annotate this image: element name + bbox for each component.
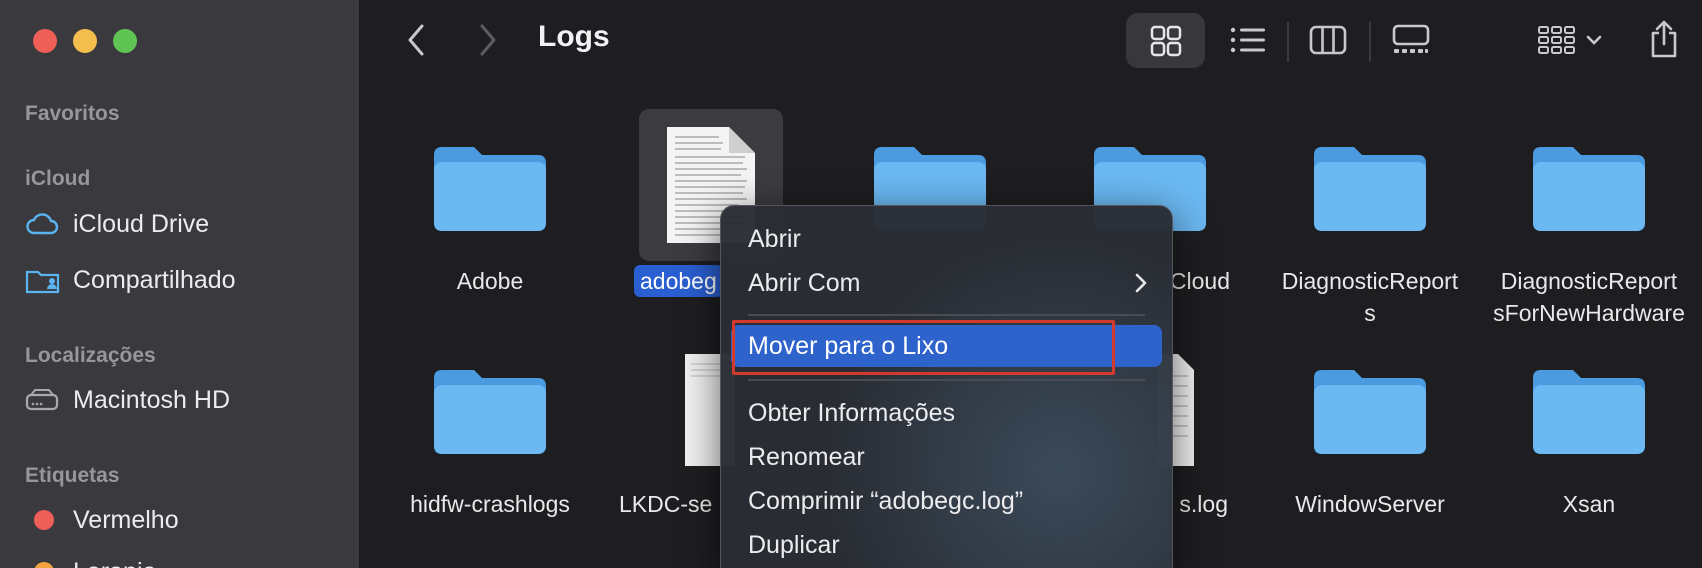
group-by-button[interactable] bbox=[1530, 20, 1610, 60]
sidebar-section-favorites: Favoritos bbox=[25, 102, 120, 125]
minimize-window-button[interactable] bbox=[73, 29, 97, 53]
chevron-left-icon bbox=[408, 24, 424, 56]
file-item-folder[interactable]: hidfw-crashlogs bbox=[390, 328, 590, 520]
cloud-icon bbox=[25, 208, 65, 240]
icon-view-button[interactable] bbox=[1126, 13, 1205, 68]
group-by-icon bbox=[1538, 26, 1575, 54]
folder-icon bbox=[1270, 328, 1470, 488]
folder-icon bbox=[390, 105, 590, 265]
menu-item-label: Comprimir “adobegc.log” bbox=[748, 486, 1024, 515]
share-icon bbox=[1651, 20, 1677, 58]
close-window-button[interactable] bbox=[33, 29, 57, 53]
menu-separator bbox=[748, 379, 1145, 381]
sidebar-item-icloud-drive[interactable]: iCloud Drive bbox=[25, 204, 209, 244]
folder-icon bbox=[1489, 105, 1689, 265]
sidebar-item-macintosh-hd[interactable]: Macintosh HD bbox=[25, 380, 230, 420]
menu-item-compress[interactable]: Comprimir “adobegc.log” bbox=[731, 480, 1162, 522]
file-name-line2: sForNewHardware bbox=[1493, 300, 1685, 326]
forward-button[interactable] bbox=[470, 20, 506, 60]
menu-item-get-info[interactable]: Obter Informações bbox=[731, 392, 1162, 434]
sidebar-section-icloud: iCloud bbox=[25, 167, 91, 190]
menu-item-label: Abrir Com bbox=[748, 268, 861, 297]
menu-item-label: Duplicar bbox=[748, 530, 840, 559]
file-item-folder[interactable]: Adobe bbox=[390, 105, 590, 297]
folder-icon bbox=[390, 328, 590, 488]
sidebar-item-label: Macintosh HD bbox=[73, 385, 230, 414]
sidebar-section-locations: Localizações bbox=[25, 344, 156, 367]
file-name-line2: s bbox=[1364, 300, 1376, 326]
sidebar-section-tags: Etiquetas bbox=[25, 464, 120, 487]
share-button[interactable] bbox=[1644, 16, 1684, 62]
list-view-icon bbox=[1230, 27, 1265, 53]
disk-icon bbox=[25, 384, 65, 416]
back-button[interactable] bbox=[398, 20, 434, 60]
folder-icon bbox=[1270, 105, 1470, 265]
sidebar-item-label: Laranja bbox=[73, 558, 156, 568]
file-name: Adobe bbox=[456, 268, 524, 294]
sidebar-item-label: Vermelho bbox=[73, 505, 179, 534]
menu-item-duplicate[interactable]: Duplicar bbox=[731, 524, 1162, 566]
file-item-folder[interactable]: DiagnosticReport s bbox=[1270, 105, 1470, 329]
sidebar: Favoritos iCloud iCloud Drive Compartilh… bbox=[0, 0, 360, 568]
file-item-folder[interactable]: DiagnosticReport sForNewHardware bbox=[1489, 105, 1689, 329]
columns-view-icon bbox=[1309, 25, 1347, 55]
window-controls bbox=[33, 29, 137, 53]
file-name: DiagnosticReport bbox=[1281, 268, 1459, 294]
menu-separator bbox=[748, 314, 1145, 316]
gallery-view-icon bbox=[1392, 24, 1430, 53]
chevron-right-icon bbox=[480, 24, 496, 56]
file-name: DiagnosticReport bbox=[1500, 268, 1678, 294]
toolbar-divider bbox=[1369, 22, 1371, 62]
highlight-annotation-box bbox=[732, 320, 1115, 375]
menu-item-label: Obter Informações bbox=[748, 398, 956, 427]
menu-item-open[interactable]: Abrir bbox=[731, 218, 1162, 260]
toolbar-divider bbox=[1287, 22, 1289, 62]
menu-item-rename[interactable]: Renomear bbox=[731, 436, 1162, 478]
sidebar-item-label: Compartilhado bbox=[73, 265, 236, 294]
file-name: Xsan bbox=[1562, 491, 1616, 517]
list-view-button[interactable] bbox=[1226, 20, 1270, 60]
window-title: Logs bbox=[538, 20, 610, 53]
grid-view-icon bbox=[1150, 25, 1181, 56]
sidebar-item-label: iCloud Drive bbox=[73, 209, 210, 238]
menu-item-open-with[interactable]: Abrir Com bbox=[731, 262, 1162, 304]
orange-tag-icon bbox=[34, 562, 54, 568]
file-item-folder[interactable]: WindowServer bbox=[1270, 328, 1470, 520]
sidebar-item-shared[interactable]: Compartilhado bbox=[25, 260, 236, 300]
gallery-view-button[interactable] bbox=[1388, 20, 1434, 60]
file-name: adobeg bbox=[634, 265, 723, 297]
red-tag-icon bbox=[34, 510, 54, 530]
zoom-window-button[interactable] bbox=[113, 29, 137, 53]
folder-icon bbox=[1489, 328, 1689, 488]
file-item-folder[interactable]: Xsan bbox=[1489, 328, 1689, 520]
chevron-right-icon bbox=[1135, 273, 1147, 293]
context-menu: Abrir Abrir Com Mover para o Lixo Obter … bbox=[720, 205, 1173, 568]
sidebar-item-tag-orange[interactable]: Laranja bbox=[25, 552, 156, 568]
sidebar-item-tag-red[interactable]: Vermelho bbox=[25, 500, 179, 540]
chevron-down-icon bbox=[1586, 35, 1602, 45]
file-name: WindowServer bbox=[1295, 491, 1445, 517]
shared-folder-icon bbox=[25, 264, 65, 296]
menu-item-label: Renomear bbox=[748, 442, 865, 471]
column-view-button[interactable] bbox=[1306, 20, 1350, 60]
file-name: hidfw-crashlogs bbox=[410, 491, 570, 517]
menu-item-label: Abrir bbox=[748, 224, 801, 253]
